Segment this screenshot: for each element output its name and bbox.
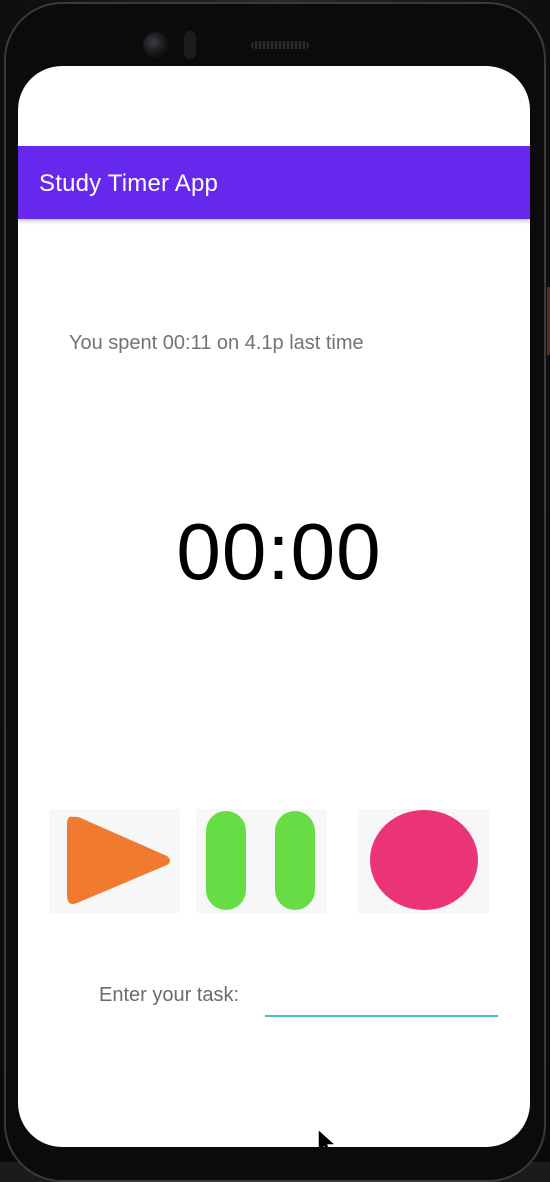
emulator-frame: Study Timer App You spent 00:11 on 4.1p … bbox=[0, 0, 550, 1182]
pause-button[interactable] bbox=[196, 809, 327, 913]
stop-icon bbox=[370, 810, 478, 910]
task-input[interactable] bbox=[265, 971, 498, 1017]
play-icon bbox=[67, 816, 170, 904]
mouse-pointer-icon bbox=[317, 1128, 337, 1147]
pause-icon bbox=[206, 811, 315, 910]
last-session-text: You spent 00:11 on 4.1p last time bbox=[69, 332, 364, 354]
app-title: Study Timer App bbox=[39, 170, 219, 197]
stop-button[interactable] bbox=[358, 809, 489, 913]
earpiece-speaker bbox=[251, 41, 309, 49]
front-camera bbox=[143, 32, 169, 58]
proximity-sensor bbox=[184, 31, 196, 59]
task-label: Enter your task: bbox=[99, 984, 240, 1006]
timer-display: 00:00 bbox=[176, 507, 382, 596]
phone-screen: Study Timer App You spent 00:11 on 4.1p … bbox=[18, 66, 530, 1147]
app-bar: Study Timer App bbox=[18, 146, 530, 219]
start-button[interactable] bbox=[49, 809, 180, 913]
